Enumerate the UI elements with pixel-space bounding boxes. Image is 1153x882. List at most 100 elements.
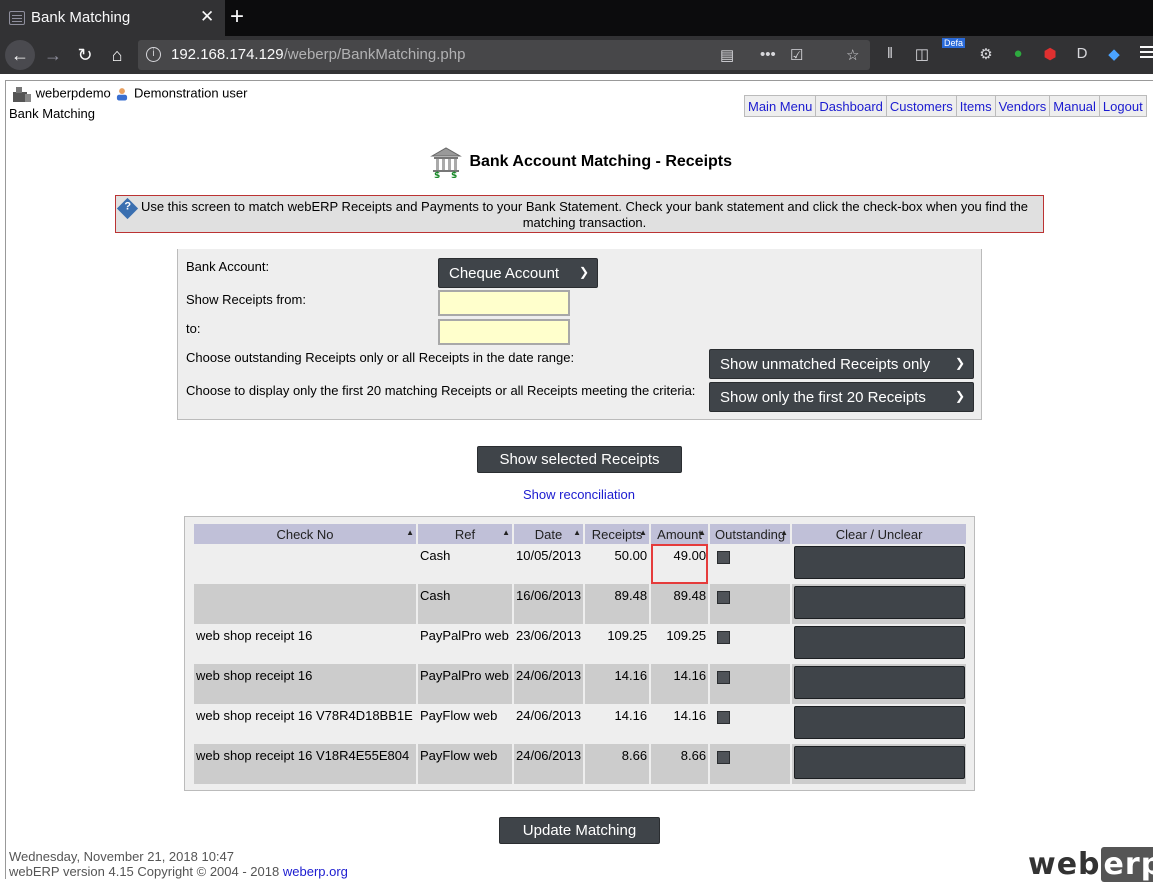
- adblock-icon[interactable]: ⬢: [1040, 45, 1060, 65]
- sort-asc-icon[interactable]: ▲: [639, 528, 647, 537]
- bank-account-label: Bank Account:: [186, 259, 270, 274]
- cell-check-no: [194, 544, 416, 584]
- to-date-input[interactable]: [438, 319, 570, 345]
- browser-nav-bar: ← → ↻ ⌂ i 192.168.174.129/weberp/BankMat…: [0, 36, 1153, 74]
- weberp-site-link[interactable]: weberp.org: [283, 864, 348, 879]
- menu-main-menu[interactable]: Main Menu: [745, 96, 815, 116]
- svg-text:$: $: [451, 171, 457, 178]
- settings-gear-icon[interactable]: ⚙: [976, 45, 996, 65]
- outstanding-checkbox[interactable]: [717, 671, 731, 684]
- menu-manual[interactable]: Manual: [1049, 96, 1099, 116]
- reload-button[interactable]: ↻: [70, 40, 100, 70]
- menu-vendors[interactable]: Vendors: [994, 96, 1050, 116]
- cell-check-no: web shop receipt 16: [194, 664, 416, 704]
- cell-receipts: 14.16: [585, 704, 650, 744]
- sidebar-icon[interactable]: ◫: [912, 45, 932, 65]
- hamburger-menu-icon[interactable]: [1140, 46, 1153, 48]
- limit-select[interactable]: Show only the first 20 Receipts ❯: [709, 382, 974, 412]
- close-tab-icon[interactable]: ✕: [200, 7, 214, 27]
- table-row: Cash 10/05/2013 50.00 49.00: [194, 544, 967, 584]
- menu-dashboard[interactable]: Dashboard: [815, 96, 886, 116]
- help-icon: [116, 197, 139, 220]
- show-selected-receipts-button[interactable]: Show selected Receipts: [477, 446, 682, 473]
- site-info-icon[interactable]: i: [146, 47, 161, 62]
- cell-outstanding: [710, 624, 791, 664]
- home-button[interactable]: ⌂: [102, 40, 132, 70]
- clear-amount-input[interactable]: [794, 546, 966, 579]
- footer-datetime: Wednesday, November 21, 2018 10:47: [9, 849, 234, 864]
- menu-customers[interactable]: Customers: [885, 96, 956, 116]
- cell-ref: Cash: [418, 544, 512, 584]
- clear-amount-input[interactable]: [794, 706, 966, 739]
- show-reconciliation-link[interactable]: Show reconciliation: [523, 487, 635, 502]
- bookmark-star-icon[interactable]: ☆: [846, 46, 859, 64]
- sort-asc-icon[interactable]: ▲: [406, 528, 414, 537]
- col-outstanding[interactable]: Outstanding ▲: [710, 524, 791, 544]
- cell-ref: PayPalPro web: [418, 624, 512, 664]
- cell-amount: 109.25: [651, 624, 709, 664]
- extension-green-icon[interactable]: ●: [1008, 45, 1028, 65]
- pocket-icon[interactable]: ☑: [790, 46, 803, 64]
- col-date[interactable]: Date ▲: [514, 524, 584, 544]
- clear-amount-input[interactable]: [794, 626, 966, 659]
- outstanding-checkbox[interactable]: [717, 711, 731, 724]
- cell-date: 10/05/2013: [514, 544, 584, 584]
- cell-receipts: 8.66: [585, 744, 650, 784]
- new-tab-button[interactable]: +: [230, 3, 244, 31]
- col-ref[interactable]: Ref ▲: [418, 524, 512, 544]
- clear-amount-input[interactable]: [794, 746, 966, 779]
- cell-receipts: 89.48: [585, 584, 650, 624]
- svg-text:$: $: [434, 171, 440, 178]
- cell-clear: [792, 544, 967, 584]
- url-text[interactable]: 192.168.174.129/weberp/BankMatching.php: [171, 46, 465, 63]
- sort-asc-icon[interactable]: ▲: [698, 528, 706, 537]
- forward-button[interactable]: →: [38, 40, 68, 70]
- outstanding-checkbox[interactable]: [717, 551, 731, 564]
- page-actions-icon[interactable]: •••: [760, 46, 776, 63]
- user-fullname: Demonstration user: [134, 85, 248, 101]
- library-icon[interactable]: ‖: [880, 45, 900, 65]
- cell-check-no: [194, 584, 416, 624]
- outstanding-checkbox[interactable]: [717, 591, 731, 604]
- page-title: $ $ Bank Account Matching - Receipts: [430, 146, 732, 178]
- table-row: web shop receipt 16 V18R4E55E804 PayFlow…: [194, 744, 967, 784]
- clear-amount-input[interactable]: [794, 666, 966, 699]
- cell-date: 24/06/2013: [514, 664, 584, 704]
- chevron-down-icon: ❯: [954, 389, 965, 403]
- back-button[interactable]: ←: [5, 40, 35, 70]
- cell-clear: [792, 704, 967, 744]
- outstanding-checkbox[interactable]: [717, 631, 731, 644]
- from-date-input[interactable]: [438, 290, 570, 316]
- update-matching-button[interactable]: Update Matching: [499, 817, 660, 844]
- sort-asc-icon[interactable]: ▲: [780, 528, 788, 537]
- col-receipts[interactable]: Receipts ▲: [585, 524, 650, 544]
- cell-amount: 14.16: [651, 664, 709, 704]
- page-reference: Bank Matching: [9, 106, 95, 121]
- cell-ref: PayFlow web: [418, 704, 512, 744]
- menu-items[interactable]: Items: [955, 96, 995, 116]
- sort-asc-icon[interactable]: ▲: [573, 528, 581, 537]
- chevron-down-icon: ❯: [578, 265, 589, 279]
- browser-tab[interactable]: Bank Matching ✕: [0, 0, 225, 36]
- reader-view-icon[interactable]: ▤: [720, 46, 734, 64]
- extension-badge-icon[interactable]: Defa: [942, 38, 966, 65]
- clear-amount-input[interactable]: [794, 586, 966, 619]
- cell-outstanding: [710, 664, 791, 704]
- chevron-down-icon: ❯: [954, 356, 965, 370]
- col-amount[interactable]: Amount ▲: [651, 524, 709, 544]
- url-bar[interactable]: i 192.168.174.129/weberp/BankMatching.ph…: [138, 40, 870, 70]
- outstanding-select[interactable]: Show unmatched Receipts only ❯: [709, 349, 974, 379]
- outstanding-checkbox[interactable]: [717, 751, 731, 764]
- col-check-no[interactable]: Check No ▲: [194, 524, 416, 544]
- weberp-logo: web erp: [1028, 847, 1153, 882]
- to-date-label: to:: [186, 321, 201, 336]
- sort-asc-icon[interactable]: ▲: [502, 528, 510, 537]
- extension-d-icon[interactable]: D: [1072, 45, 1092, 65]
- cell-ref: PayFlow web: [418, 744, 512, 784]
- extension-diamond-icon[interactable]: ◆: [1104, 45, 1124, 65]
- table-row: web shop receipt 16 PayPalPro web 24/06/…: [194, 664, 967, 704]
- table-row: web shop receipt 16 PayPalPro web 23/06/…: [194, 624, 967, 664]
- menu-logout[interactable]: Logout: [1098, 96, 1146, 116]
- cell-date: 23/06/2013: [514, 624, 584, 664]
- bank-account-select[interactable]: Cheque Account ❯: [438, 258, 598, 288]
